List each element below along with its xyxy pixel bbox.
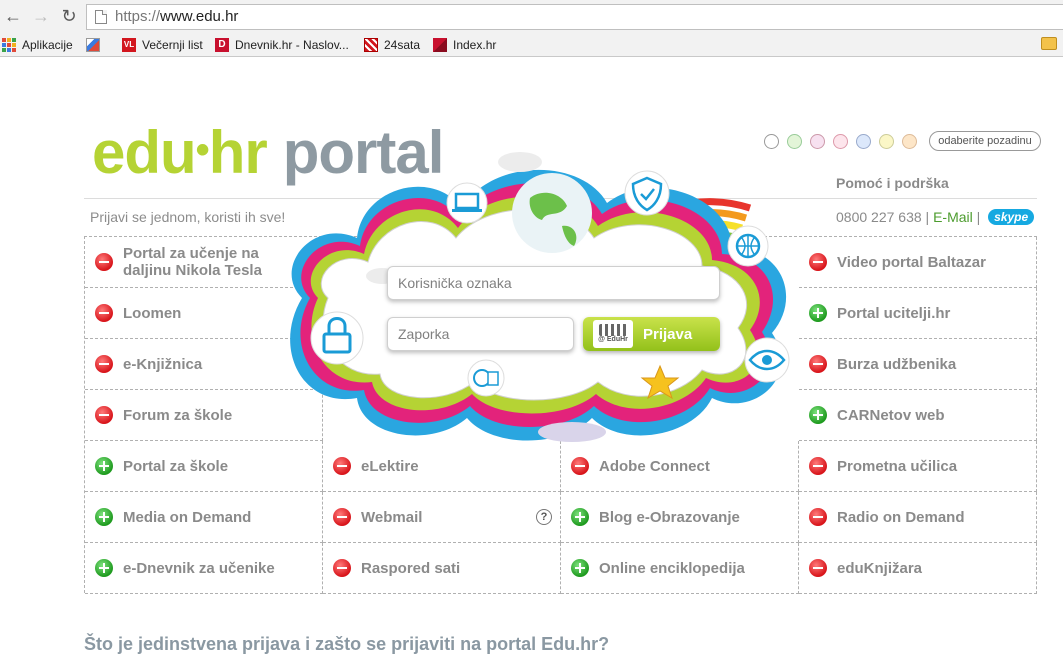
service-tile[interactable]: Video portal Baltazar: [799, 237, 1037, 288]
minus-circle-icon[interactable]: [95, 253, 113, 271]
page-icon: [95, 10, 107, 24]
plus-circle-icon[interactable]: [809, 406, 827, 424]
service-tile[interactable]: Media on Demand: [85, 492, 323, 543]
service-tile[interactable]: Adobe Connect: [561, 441, 799, 492]
laptop-icon: [446, 182, 488, 224]
service-tile[interactable]: Portal za škole: [85, 441, 323, 492]
dnevnik-icon: D: [215, 38, 229, 52]
service-tile[interactable]: Blog e-Obrazovanje: [561, 492, 799, 543]
minus-circle-icon[interactable]: [333, 457, 351, 475]
plus-circle-icon[interactable]: [95, 457, 113, 475]
minus-circle-icon[interactable]: [333, 559, 351, 577]
service-tile[interactable]: CARNetov web: [799, 390, 1037, 441]
username-input[interactable]: [387, 266, 720, 300]
forward-arrow-icon[interactable]: →: [30, 5, 52, 27]
plus-circle-icon[interactable]: [95, 559, 113, 577]
reload-icon[interactable]: ↻: [58, 5, 80, 27]
bookmark-index-hr[interactable]: Index.hr: [433, 37, 496, 53]
password-input[interactable]: [387, 317, 574, 351]
minus-circle-icon[interactable]: [809, 355, 827, 373]
service-tile[interactable]: eLektire: [323, 441, 561, 492]
plus-circle-icon[interactable]: [571, 508, 589, 526]
login-button[interactable]: @ EduHr Prijava: [583, 317, 720, 351]
help-icon[interactable]: ?: [536, 509, 552, 525]
news-globe-icon: [467, 359, 505, 397]
address-bar[interactable]: https://www.edu.hr: [86, 4, 1063, 30]
minus-circle-icon[interactable]: [809, 457, 827, 475]
tagline: Prijavi se jednom, koristi ih sve!: [90, 209, 286, 225]
browser-toolbar: ← → ↻ https://www.edu.hr: [0, 0, 1063, 33]
support-phone: 0800 227 638: [836, 209, 922, 225]
other-bookmarks-folder-icon[interactable]: [1041, 37, 1057, 50]
back-arrow-icon[interactable]: ←: [2, 5, 24, 27]
bg-color-swatch[interactable]: [856, 134, 871, 149]
minus-circle-icon[interactable]: [809, 508, 827, 526]
service-tile[interactable]: Portal ucitelji.hr: [799, 288, 1037, 339]
support-title: Pomoć i podrška: [836, 175, 949, 191]
bookmarks-bar: Aplikacije VL Večernji list D Dnevnik.hr…: [0, 33, 1063, 57]
service-tile[interactable]: eduKnjižara: [799, 543, 1037, 594]
service-tile[interactable]: Raspored sati: [323, 543, 561, 594]
24sata-icon: [364, 38, 378, 52]
url-text: https://www.edu.hr: [115, 8, 239, 25]
bookmark-site[interactable]: [86, 37, 106, 53]
support-email-link[interactable]: E-Mail: [933, 209, 973, 225]
minus-circle-icon[interactable]: [95, 406, 113, 424]
minus-circle-icon[interactable]: [95, 355, 113, 373]
eduhr-login-logo-icon: @ EduHr: [593, 320, 633, 348]
info-heading[interactable]: Što je jedinstvena prijava i zašto se pr…: [84, 634, 609, 655]
bg-color-swatch[interactable]: [902, 134, 917, 149]
bookmark-24sata[interactable]: 24sata: [364, 37, 420, 53]
bookmark-site-icon: [86, 38, 100, 52]
index-hr-icon: [433, 38, 447, 52]
bg-color-swatch[interactable]: [879, 134, 894, 149]
service-tile[interactable]: Webmail?: [323, 492, 561, 543]
service-tile[interactable]: Prometna učilica: [799, 441, 1037, 492]
plus-circle-icon[interactable]: [809, 304, 827, 322]
bg-color-swatch[interactable]: [833, 134, 848, 149]
shield-icon: [624, 170, 670, 216]
vecernji-list-icon: VL: [122, 38, 136, 52]
bookmark-dnevnik[interactable]: D Dnevnik.hr - Naslov...: [215, 37, 349, 53]
service-tile[interactable]: Radio on Demand: [799, 492, 1037, 543]
minus-circle-icon[interactable]: [809, 253, 827, 271]
minus-circle-icon[interactable]: [333, 508, 351, 526]
skype-icon[interactable]: skype: [988, 209, 1035, 225]
support-contacts: 0800 227 638 | E-Mail | skype: [836, 209, 1035, 225]
edu-hr-page: edu•hr portal Prijavi se jednom, koristi …: [0, 58, 1063, 664]
login-cloud: @ EduHr Prijava: [262, 148, 807, 448]
minus-circle-icon[interactable]: [809, 559, 827, 577]
bookmark-apps[interactable]: Aplikacije: [2, 37, 73, 53]
globe-web-icon: [727, 225, 769, 267]
lock-icon: [310, 311, 364, 365]
minus-circle-icon[interactable]: [571, 457, 589, 475]
bg-color-swatch[interactable]: [787, 134, 802, 149]
service-tile[interactable]: Burza udžbenika: [799, 339, 1037, 390]
service-tile[interactable]: e-Dnevnik za učenike: [85, 543, 323, 594]
minus-circle-icon[interactable]: [95, 304, 113, 322]
background-color-picker: [764, 134, 917, 149]
plus-circle-icon[interactable]: [95, 508, 113, 526]
choose-background-button[interactable]: odaberite pozadinu: [929, 131, 1041, 151]
eye-icon: [744, 337, 790, 383]
bookmark-vecernji-list[interactable]: VL Večernji list: [122, 37, 203, 53]
plus-circle-icon[interactable]: [571, 559, 589, 577]
service-tile[interactable]: Online enciklopedija: [561, 543, 799, 594]
bg-color-swatch[interactable]: [764, 134, 779, 149]
bg-color-swatch[interactable]: [810, 134, 825, 149]
apps-grid-icon: [2, 38, 16, 52]
